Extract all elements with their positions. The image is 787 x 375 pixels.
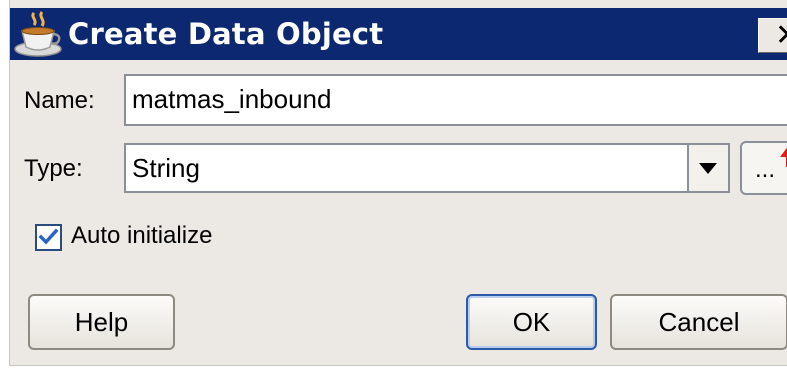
browse-type-button[interactable]: ... xyxy=(740,141,787,195)
title-bar[interactable]: Create Data Object ✕ xyxy=(10,8,787,60)
name-input[interactable]: matmas_inbound xyxy=(124,74,787,126)
dialog-title: Create Data Object xyxy=(68,17,384,51)
help-button[interactable]: Help xyxy=(28,294,175,350)
close-icon: ✕ xyxy=(775,18,787,53)
type-dropdown-button[interactable] xyxy=(687,143,730,193)
auto-initialize-checkbox[interactable] xyxy=(35,224,62,251)
checkmark-icon xyxy=(38,228,59,245)
ok-button[interactable]: OK xyxy=(466,294,597,350)
create-data-object-dialog: Create Data Object ✕ Name: matmas_inboun… xyxy=(9,0,787,366)
close-button[interactable]: ✕ xyxy=(758,18,787,53)
type-label: Type: xyxy=(24,155,83,182)
cancel-button[interactable]: Cancel xyxy=(610,294,787,350)
type-combobox-value: String xyxy=(132,153,200,183)
cancel-button-label: Cancel xyxy=(658,307,740,337)
red-arrow-icon xyxy=(780,147,787,167)
help-button-label: Help xyxy=(74,307,129,337)
ok-button-label: OK xyxy=(512,307,551,337)
name-label: Name: xyxy=(24,87,95,114)
auto-initialize-label[interactable]: Auto initialize xyxy=(71,222,212,250)
browse-label: ... xyxy=(755,156,776,183)
type-combobox[interactable]: String xyxy=(124,143,689,193)
chevron-down-icon xyxy=(699,163,717,174)
coffee-cup-icon xyxy=(14,11,62,57)
name-input-value: matmas_inbound xyxy=(132,84,332,114)
